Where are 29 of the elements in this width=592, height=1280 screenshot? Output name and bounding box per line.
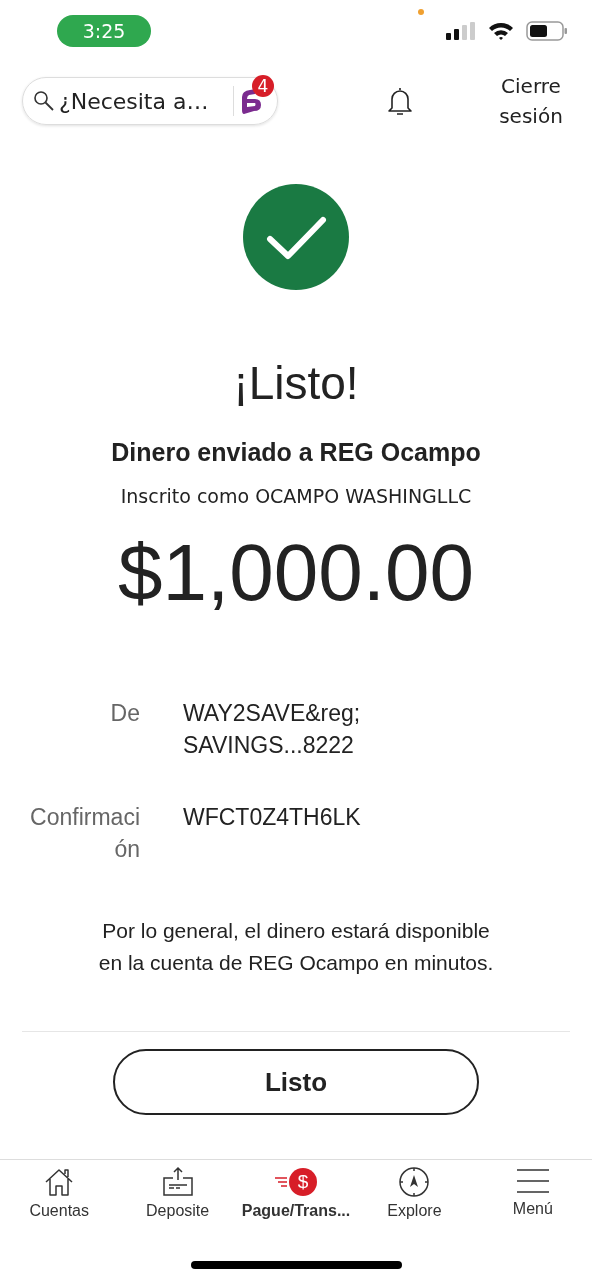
detail-value: WFCT0Z4TH6LK [183, 803, 362, 832]
tab-item[interactable]: Deposite [118, 1166, 237, 1244]
menu-icon [515, 1166, 550, 1196]
success-title: ¡Listo! [233, 356, 359, 410]
tab-item[interactable]: Cuentas [0, 1166, 119, 1244]
tab-item[interactable]: $ Pague/Trans... [236, 1166, 356, 1244]
search-field[interactable]: ¿Necesita a… [55, 88, 229, 114]
detail-label: De [109, 699, 140, 728]
search-icon [33, 90, 55, 112]
detail-label: Confirmación [29, 803, 140, 864]
deposit-icon [160, 1166, 195, 1198]
amount: $1,000.00 [118, 527, 474, 619]
bell-icon[interactable] [386, 86, 414, 116]
compass-icon [398, 1166, 431, 1198]
notification-count: 4 [252, 75, 274, 97]
tab-item[interactable]: Explore [355, 1166, 474, 1244]
info-message: Por lo general, el dinero estará disponible en la cuenta de REG Ocampo en minutos. [97, 918, 495, 976]
tab-item[interactable]: Menú [473, 1166, 592, 1244]
signal-icon [446, 22, 476, 40]
done-button[interactable]: Listo [113, 1049, 479, 1115]
recipient-subtitle: Inscrito como OCAMPO WASHINGLLC [120, 485, 472, 507]
status-time: 3:25 [57, 15, 151, 47]
headline: Dinero enviado a REG Ocampo [111, 438, 481, 467]
privacy-dot-icon [418, 9, 424, 15]
battery-icon [526, 21, 568, 41]
logout-link[interactable]: Cierre sesión [492, 71, 570, 131]
success-check-icon [243, 184, 349, 290]
detail-value: WAY2SAVE&reg; SAVINGS...8222 [183, 699, 362, 760]
wifi-icon [488, 22, 514, 40]
